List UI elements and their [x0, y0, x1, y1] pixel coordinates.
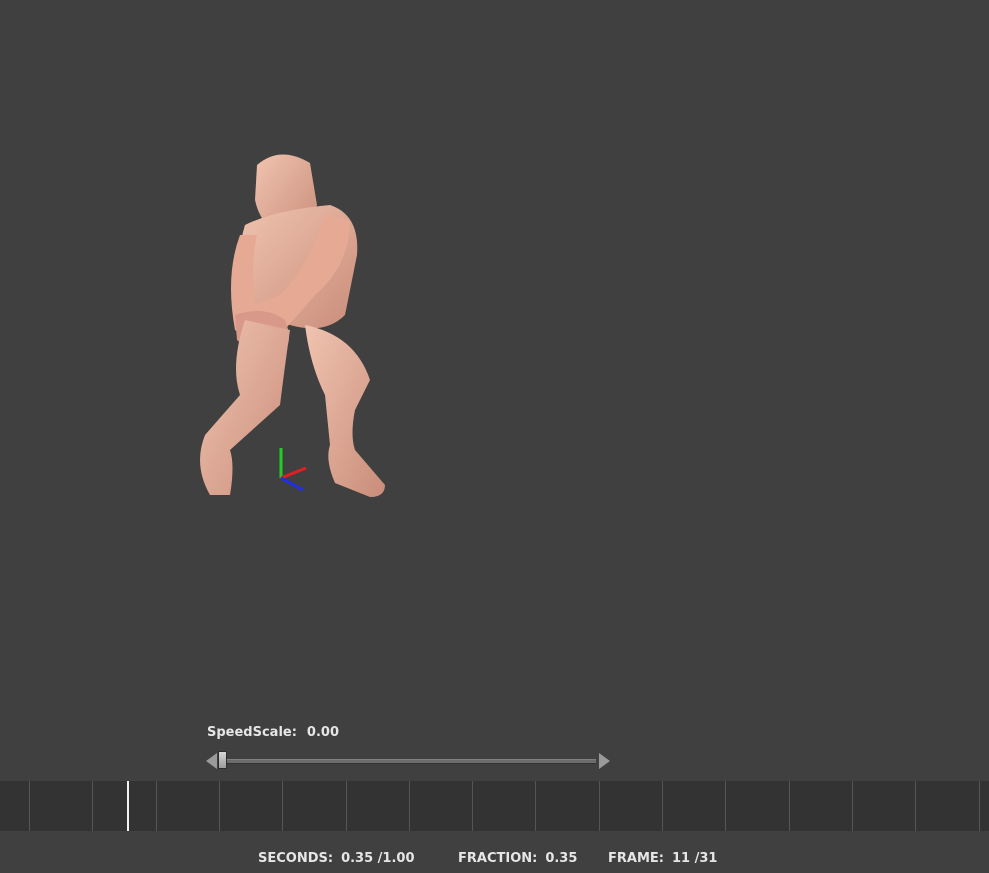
fraction-readout: FRACTION: 0.35 [458, 851, 577, 866]
timeline-tick [662, 781, 663, 831]
frame-value: 11 /31 [671, 851, 718, 866]
seconds-value: 0.35 /1.00 [341, 851, 415, 866]
timeline-tick [852, 781, 853, 831]
z-axis-line [280, 476, 304, 492]
frame-readout: FRAME: 11 /31 [608, 851, 717, 866]
slider-thumb[interactable] [218, 751, 227, 769]
timeline-tick [915, 781, 916, 831]
timeline-tick [92, 781, 93, 831]
timeline-tick [725, 781, 726, 831]
timeline-tick [409, 781, 410, 831]
seconds-readout: SECONDS: 0.35 /1.00 [258, 851, 415, 866]
timeline-tick [535, 781, 536, 831]
timeline-tick [599, 781, 600, 831]
speed-scale-value: 0.00 [306, 725, 339, 740]
slider-decrease-arrow-icon[interactable] [206, 753, 217, 769]
fraction-label: FRACTION: [458, 851, 538, 866]
timeline-tick [789, 781, 790, 831]
3d-viewport[interactable] [0, 0, 989, 720]
timeline-tick [156, 781, 157, 831]
timeline-playhead[interactable] [127, 781, 129, 831]
xyz-axis-gizmo [279, 448, 307, 492]
timeline-tick [219, 781, 220, 831]
status-bar: SECONDS: 0.35 /1.00 FRACTION: 0.35 FRAME: 1… [0, 851, 989, 871]
timeline-tick [979, 781, 980, 831]
timeline-tick [472, 781, 473, 831]
speed-scale-caption: SpeedScale: [207, 725, 297, 740]
slider-increase-arrow-icon[interactable] [599, 753, 610, 769]
x-axis-line [280, 466, 307, 480]
fraction-value: 0.35 [545, 851, 578, 866]
timeline-tick [282, 781, 283, 831]
timeline-tick [29, 781, 30, 831]
speed-scale-slider[interactable] [206, 751, 610, 771]
timeline-tick [346, 781, 347, 831]
speed-scale-label: SpeedScale: 0.00 [207, 725, 339, 740]
frame-label: FRAME: [608, 851, 664, 866]
slider-track[interactable] [220, 759, 596, 764]
seconds-label: SECONDS: [258, 851, 334, 866]
frame-timeline[interactable] [0, 781, 989, 831]
